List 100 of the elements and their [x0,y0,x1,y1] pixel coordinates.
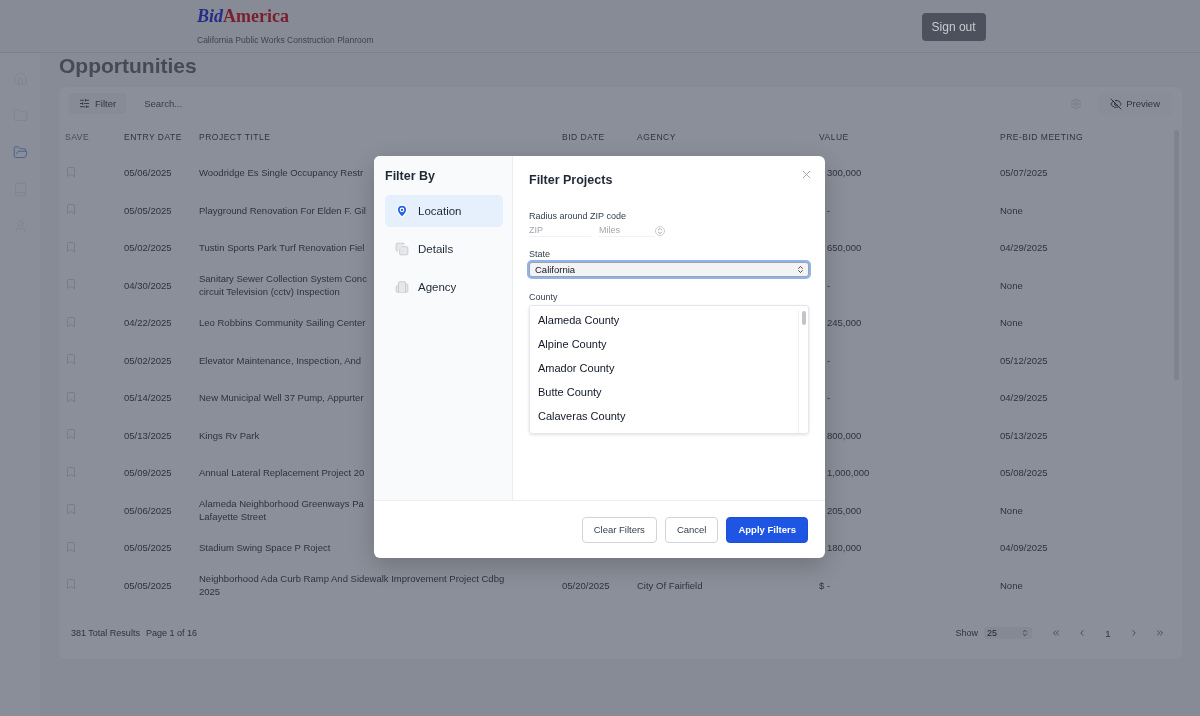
project-title: Stadium Swing Space P Roject [199,541,331,555]
state-select[interactable]: California [529,262,809,277]
tagline: California Public Works Construction Planroom [197,35,374,45]
table-cell: 05/05/2025 [124,203,172,217]
table-cell: None [1000,203,1023,217]
table-cell-text: 650,000 [826,241,862,255]
bookmark-icon[interactable] [65,278,77,291]
dialog-title: Filter Projects [529,173,614,187]
bookmark-icon[interactable] [65,540,77,553]
table-cell-text: 205,000 [826,503,862,517]
county-option[interactable]: Alpine County [538,334,798,358]
table-cell: 05/07/2025 [1000,166,1048,180]
table-cell: 04/29/2025 [1000,241,1048,255]
dialog-button[interactable]: Cancel [664,516,719,543]
table-cell: $ - [819,578,831,592]
project-title: New Municipal Well 37 Pump, Appurter [199,391,364,405]
table-cell: 05/20/2025 [562,578,610,592]
table-cell: 05/02/2025 [124,353,172,367]
search-field[interactable]: Search... [142,97,343,110]
county-option[interactable]: Butte County [538,382,798,406]
total-results: 381 Total Results [71,628,140,638]
table-cell: 05/05/2025 [124,541,172,555]
page-number[interactable]: 1 [1098,623,1118,643]
sliders-icon [79,98,90,109]
table-cell: 05/09/2025 [124,466,172,480]
bookmark-icon[interactable] [65,390,77,403]
county-option[interactable]: Calaveras County [538,406,798,430]
bookmark-icon[interactable] [65,503,77,516]
sign-out-button[interactable]: Sign out [921,13,986,41]
table-cell-text: - [826,353,831,367]
bookmark-icon[interactable] [65,240,77,253]
column-header: SAVE [65,132,90,142]
table-cell-text: 1,000,000 [826,466,870,480]
chevron-icon [1051,628,1061,638]
scrollbar-thumb[interactable] [801,311,806,325]
close-icon [800,168,813,181]
county-option[interactable]: Amador County [538,358,798,382]
table-cell: None [1000,278,1023,292]
spinner-icon[interactable] [655,225,665,236]
project-title: Leo Robbins Community Sailing Center [199,316,366,330]
column-header: PRE-BID MEETING [1000,132,1084,142]
project-title: Elevator Maintenance, Inspection, And [199,353,362,367]
table-cell-text: - [826,203,831,217]
table-cell: 04/30/2025 [124,278,172,292]
table-cell-text: 300,000 [826,166,862,180]
column-header: VALUE [819,132,849,142]
building-icon [395,280,409,294]
up-down-icon [796,265,805,274]
table-cell: 05/14/2025 [124,391,172,405]
column-header: AGENCY [637,132,676,142]
project-title: Kings Rv Park [199,428,260,442]
documents-icon [395,242,409,256]
table-cell: 04/09/2025 [1000,541,1048,555]
filter-category-tab[interactable]: Details [385,233,503,265]
table-cell: City Of Fairfield [637,578,703,592]
county-option[interactable]: Alameda County [538,310,798,334]
table-cell: 05/13/2025 [1000,428,1048,442]
eye-off-icon [1110,97,1123,110]
bookmark-icon[interactable] [65,578,77,591]
dialog-button[interactable]: Clear Filters [581,516,657,543]
filter-category-tab[interactable]: Location [385,195,503,227]
table-cell: 05/13/2025 [124,428,172,442]
table-cell: 05/05/2025 [124,578,172,592]
table-cell: 05/02/2025 [124,241,172,255]
table-cell: None [1000,503,1023,517]
apply-button[interactable]: Apply Filters [726,516,808,543]
bookmark-icon[interactable] [65,465,77,478]
project-title: Sanitary Sewer Collection System Conc circuit Television (cctv) Inspection [199,272,367,299]
project-title: Alameda Neighborhood Greenways Pa Lafayette Street [199,497,364,524]
table-cell-text: 180,000 [826,541,862,555]
table-cell: 05/06/2025 [124,503,172,517]
project-title: Woodridge Es Single Occupancy Restr [199,166,364,180]
table-cell: 05/06/2025 [124,166,172,180]
project-title: Neighborhood Ada Curb Ramp And Sidewalk Improvement Project Cdbg 2025 [199,572,505,599]
bookmark-icon[interactable] [65,428,77,441]
table-cell-text: 800,000 [826,428,862,442]
bookmark-icon[interactable] [65,315,77,328]
miles-field[interactable]: Miles [599,224,655,237]
project-title: Playground Renovation For Elden F. Gil [199,203,366,217]
table-cell: None [1000,316,1023,330]
bookmark-icon[interactable] [65,353,77,366]
page-size-select[interactable]: 25 [984,627,1032,639]
project-title: Annual Lateral Replacement Project 20 [199,466,365,480]
bookmark-icon[interactable] [65,165,77,178]
filter-category-tab[interactable]: Agency [385,271,503,303]
open-folder-icon[interactable] [12,145,28,160]
chevron-icon [1155,628,1165,638]
up-down-icon [1021,629,1029,637]
table-cell-text: - [826,391,831,405]
page-title: Opportunities [59,53,198,79]
bookmark-icon[interactable] [65,203,77,216]
close-button[interactable] [800,168,813,181]
field-label: County [529,292,559,302]
county-list[interactable]: Alameda County Alpine County Amador County Butte County Calaveras County [529,305,809,434]
pin-icon [395,204,409,218]
filter-button[interactable]: Filter [69,93,127,114]
show-label: Show [955,628,978,638]
zip-field[interactable]: ZIP [529,224,591,237]
column-header: BID DATE [562,132,605,142]
chevron-icon [1077,628,1087,638]
